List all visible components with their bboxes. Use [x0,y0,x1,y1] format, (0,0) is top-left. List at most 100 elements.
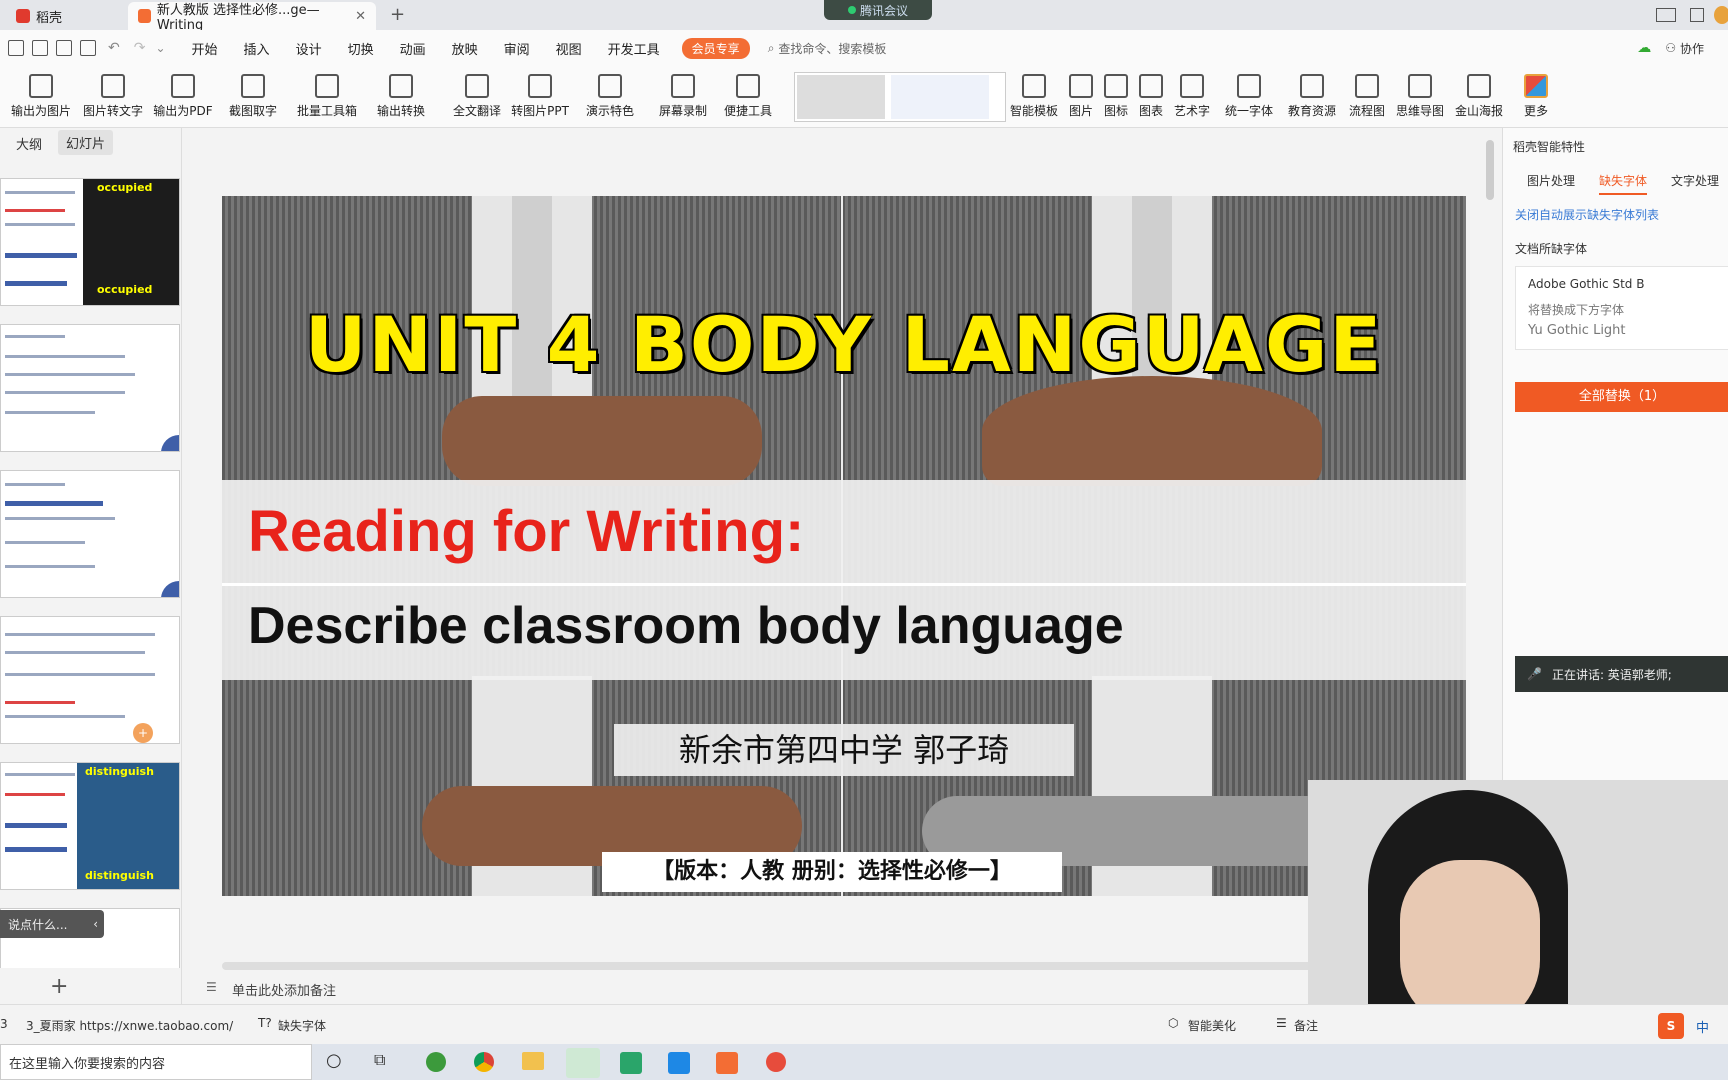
print-icon[interactable] [56,40,72,56]
chat-input[interactable]: 说点什么... ‹ [0,910,104,938]
wps-presentation-window: 稻壳 新人教版 选择性必修...ge—Writing ✕ + 腾讯会议 ↶ ↷ … [0,0,1728,1080]
flowchart-button[interactable]: 流程图 [1346,70,1388,124]
translate-button[interactable]: 全文翻译 [446,70,508,124]
tab-text-processing[interactable]: 文字处理 [1671,172,1719,189]
edu-resources-button[interactable]: 教育资源 [1284,70,1340,124]
unify-font-button[interactable]: 统一字体 [1218,70,1280,124]
task-view-icon[interactable]: ⧉ [374,1050,385,1070]
preview-icon[interactable] [80,40,96,56]
tab-image-processing[interactable]: 图片处理 [1527,172,1575,189]
screenshot-ocr-button[interactable]: 截图取字 [222,70,284,124]
cortana-icon[interactable]: ○ [326,1050,342,1071]
taskbar-search-input[interactable]: 在这里输入你要搜索的内容 [0,1044,312,1080]
vip-button[interactable]: 会员专享 [681,37,750,59]
close-tab-icon[interactable]: ✕ [355,9,366,24]
add-slide-icon[interactable]: + [133,723,153,743]
menu-design[interactable]: 设计 [296,39,322,58]
tab-docer[interactable]: 稻壳 [6,2,72,30]
smart-beautify-button[interactable]: 智能美化 [1188,1017,1236,1034]
slide-title[interactable]: UNIT 4 BODY LANGUAGE [222,300,1466,389]
collab-button[interactable]: 协作 [1680,40,1704,57]
slide-edition[interactable]: 【版本：人教 册别：选择性必修一】 [602,852,1062,892]
batch-tools-button[interactable]: 批量工具箱 [292,70,362,124]
template-thumb-chart[interactable] [891,75,989,119]
template-source[interactable]: 3_夏雨家 https://xnwe.taobao.com/ [26,1017,233,1034]
export-icon[interactable] [32,40,48,56]
tab-slides[interactable]: 幻灯片 [58,130,114,155]
slide-subtitle-black[interactable]: Describe classroom body language [248,596,1124,656]
slide-thumbnail-4[interactable]: + [0,616,180,744]
wps-presentation-icon[interactable] [716,1052,738,1074]
collapse-chevron-icon[interactable]: ‹ [93,917,98,931]
mindmap-button[interactable]: 思维导图 [1392,70,1448,124]
sogou-ime-icon[interactable]: S [1658,1013,1684,1039]
more-button[interactable]: 更多 [1516,70,1556,124]
command-search-input[interactable]: 查找命令、搜索模板 [778,40,886,57]
slide-thumbnail-3[interactable] [0,470,180,598]
meeting-badge[interactable]: 腾讯会议 [824,0,932,20]
template-thumb-ink[interactable] [797,75,885,119]
current-slide[interactable]: UNIT 4 BODY LANGUAGE Reading for Writing… [222,196,1466,896]
slide-subtitle-red[interactable]: Reading for Writing: [248,498,804,565]
export-pdf-button[interactable]: 输出为PDF [152,70,214,124]
menu-slideshow[interactable]: 放映 [452,39,478,58]
menu-animation[interactable]: 动画 [400,39,426,58]
tencent-meeting-icon[interactable] [668,1052,690,1074]
notes-toggle-button[interactable]: 备注 [1294,1017,1318,1034]
layout-icon[interactable] [1656,8,1676,22]
new-tab-icon[interactable]: + [390,4,405,25]
screen-record-button[interactable]: 屏幕录制 [652,70,714,124]
slide-thumbnail-5[interactable]: distinguish distinguish [0,762,180,890]
tab-missing-fonts[interactable]: 缺失字体 [1599,172,1648,195]
image-to-text-button[interactable]: 图片转文字 [82,70,144,124]
quick-tools-button[interactable]: 便捷工具 [716,70,780,124]
wordart-button[interactable]: 艺术字 [1172,70,1212,124]
vertical-scrollbar[interactable] [1486,140,1494,200]
slide-thumbnail-2[interactable] [0,324,180,452]
ime-mode[interactable]: 中 [1696,1017,1709,1036]
menu-home[interactable]: 开始 [192,39,218,58]
tab-outline[interactable]: 大纲 [16,134,42,153]
menu-insert[interactable]: 插入 [244,39,270,58]
replace-all-button[interactable]: 全部替换（1） [1515,382,1728,412]
replacement-font[interactable]: Yu Gothic Light [1528,323,1626,338]
poster-button[interactable]: 金山海报 [1452,70,1506,124]
cloud-sync-icon[interactable]: ☁ [1637,40,1651,56]
menu-developer[interactable]: 开发工具 [608,39,660,58]
avatar[interactable] [1714,6,1728,24]
template-gallery[interactable] [794,72,1006,122]
missing-font-status[interactable]: 缺失字体 [278,1017,326,1034]
menu-transition[interactable]: 切换 [348,39,374,58]
picture-button[interactable]: 图片 [1066,70,1096,124]
chevron-down-icon[interactable]: ⌄ [155,41,165,55]
menu-view[interactable]: 视图 [556,39,582,58]
export-convert-button[interactable]: 输出转换 [370,70,432,124]
slide-thumbnail-1[interactable]: occupied occupied [0,178,180,306]
export-image-button[interactable]: 输出为图片 [10,70,72,124]
chart-button[interactable]: 图表 [1136,70,1166,124]
recorder-icon[interactable] [766,1052,786,1072]
presentation-features-button[interactable]: 演示特色 [578,70,642,124]
undo-icon[interactable]: ↶ [108,40,120,56]
wechat-icon[interactable] [566,1048,600,1078]
hide-missing-fonts-link[interactable]: 关闭自动展示缺失字体列表 [1515,206,1659,223]
wps-sheets-icon[interactable] [620,1052,642,1074]
chrome-icon[interactable] [474,1052,494,1072]
notes-placeholder[interactable]: 单击此处添加备注 [232,980,336,999]
add-slide-button[interactable]: + [50,974,68,999]
smart-template-button[interactable]: 智能模板 [1008,70,1060,124]
redo-icon[interactable]: ↷ [134,40,146,56]
image-export-icon [29,74,53,98]
file-explorer-icon[interactable] [522,1052,544,1070]
tab-presentation[interactable]: 新人教版 选择性必修...ge—Writing ✕ [128,2,376,33]
menu-review[interactable]: 审阅 [504,39,530,58]
to-image-ppt-button[interactable]: 转图片PPT [508,70,572,124]
icon-button[interactable]: 图标 [1100,70,1132,124]
ie-browser-icon[interactable] [426,1052,446,1072]
grid-icon[interactable] [1690,8,1704,22]
horizontal-scrollbar[interactable] [222,962,1422,970]
slide-author[interactable]: 新余市第四中学 郭子琦 [614,724,1074,776]
missing-font-card[interactable]: Adobe Gothic Std B 将替换成下方字体 Yu Gothic Li… [1515,266,1728,350]
save-icon[interactable] [8,40,24,56]
panel-header[interactable]: 稻壳智能特性 [1513,138,1585,155]
